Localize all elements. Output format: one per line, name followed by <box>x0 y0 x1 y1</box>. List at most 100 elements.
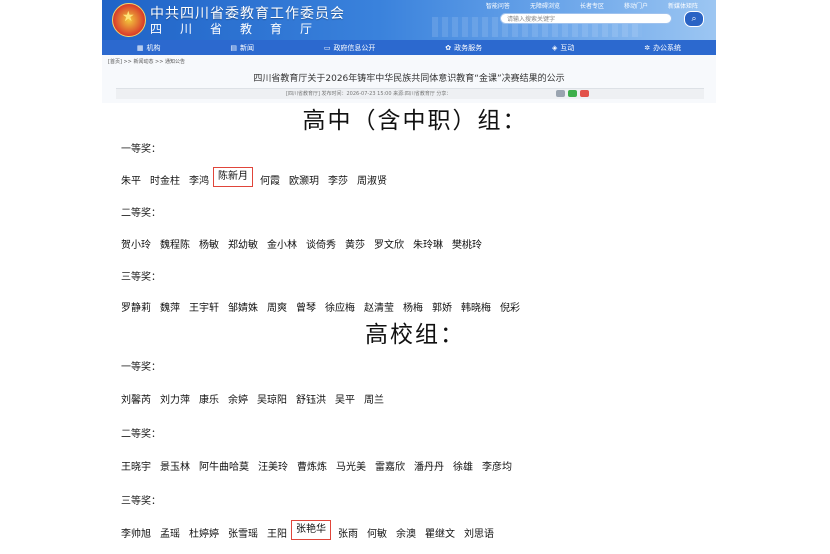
winner-name: 朱玲琳 <box>413 240 443 251</box>
name-list: 朱平 时金柱 李鸿 陈新月 何霞 欧灏玥 李莎 周淑贤 <box>121 167 396 187</box>
nav-item-service[interactable]: ✿ 政务服务 <box>445 43 482 53</box>
award-level: 一等奖： <box>121 362 161 373</box>
nav-item-info[interactable]: ▭ 政府信息公开 <box>324 43 376 53</box>
winner-name: 倪彩 <box>500 303 520 314</box>
highlighted-name: 陈新月 <box>213 167 253 187</box>
gear-icon: ✲ <box>644 43 651 52</box>
name-list: 王晓宇 景玉林 阿牛曲哈莫 汪美玲 曹炼炼 马光美 雷嘉欣 潘丹丹 徐雄 李彦均 <box>121 458 521 473</box>
winner-name: 谈倚秀 <box>306 240 336 251</box>
winner-name: 孟瑶 <box>160 529 180 540</box>
winner-name: 吴平 <box>335 395 355 406</box>
winner-name: 景玉林 <box>160 462 190 473</box>
winner-name: 杨敏 <box>199 240 219 251</box>
winner-name: 吴琼阳 <box>257 395 287 406</box>
share-qzone-icon[interactable] <box>580 90 589 97</box>
winner-name: 余婷 <box>228 395 248 406</box>
winner-name: 李帅旭 <box>121 529 151 540</box>
winner-name: 舒钰洪 <box>296 395 326 406</box>
winner-name: 赵清莹 <box>364 303 394 314</box>
winner-name: 杜婷婷 <box>189 529 219 540</box>
winner-name: 余澳 <box>396 529 416 540</box>
winner-name: 罗静莉 <box>121 303 151 314</box>
winner-name: 贺小玲 <box>121 240 151 251</box>
award-level: 一等奖： <box>121 144 161 155</box>
name-list: 罗静莉 魏萍 王宇轩 邹婧姝 周爽 曾琴 徐应梅 赵清莹 杨梅 郭娇 韩晓梅 倪彩 <box>121 299 529 314</box>
winner-name: 魏程陈 <box>160 240 190 251</box>
winner-name: 刘思语 <box>464 529 494 540</box>
winner-name: 马光美 <box>336 462 366 473</box>
winner-name: 杨梅 <box>403 303 423 314</box>
winner-name: 王宇轩 <box>189 303 219 314</box>
winner-name: 邹婧姝 <box>228 303 258 314</box>
highlighted-name: 张艳华 <box>291 520 331 540</box>
chat-icon: ◈ <box>551 43 558 52</box>
share-buttons <box>556 90 589 97</box>
winner-name: 罗文欣 <box>374 240 404 251</box>
winner-name: 李彦均 <box>482 462 512 473</box>
award-level: 三等奖： <box>121 272 161 283</box>
winner-name: 潘丹丹 <box>414 462 444 473</box>
main-nav: ▦ 机构 ▤ 新闻 ▭ 政府信息公开 ✿ 政务服务 ◈ 互动 ✲ 办公系统 <box>102 40 716 55</box>
top-links: 智能问答 无障碍浏览 长者专区 移动门户 新媒体矩阵 <box>486 1 698 10</box>
name-list: 刘馨芮 刘力萍 康乐 余婷 吴琼阳 舒钰洪 吴平 周兰 <box>121 391 393 406</box>
top-link[interactable]: 移动门户 <box>624 1 648 10</box>
top-link[interactable]: 智能问答 <box>486 1 510 10</box>
winner-name: 刘力萍 <box>160 395 190 406</box>
winner-name: 周兰 <box>364 395 384 406</box>
name-list: 贺小玲 魏程陈 杨敏 郑幼敏 金小林 谈倚秀 黄莎 罗文欣 朱玲琳 樊桃玲 <box>121 236 491 251</box>
winner-name: 汪美玲 <box>258 462 288 473</box>
section-title-highschool: 高中（含中职）组： <box>302 108 528 134</box>
nav-item-org[interactable]: ▦ 机构 <box>137 43 161 53</box>
winner-name: 瞿继文 <box>425 529 455 540</box>
winner-name: 雷嘉欣 <box>375 462 405 473</box>
winner-name: 韩晓梅 <box>461 303 491 314</box>
award-level: 二等奖： <box>121 429 161 440</box>
search-icon[interactable]: ⌕ <box>684 11 704 27</box>
site-banner: 中共四川省委教育工作委员会 四川省教育厅 智能问答 无障碍浏览 长者专区 移动门… <box>102 0 716 40</box>
meta-bar: [四川省教育厅] 发布时间：2026-07-23 15:00 来源:四川省教育厅… <box>116 88 704 99</box>
winner-name: 李莎 <box>328 176 348 187</box>
nav-item-interact[interactable]: ◈ 互动 <box>552 43 574 53</box>
award-level: 三等奖： <box>121 496 161 507</box>
winner-name: 郭娇 <box>432 303 452 314</box>
winner-name: 曾琴 <box>296 303 316 314</box>
winner-name: 张雪瑶 <box>228 529 258 540</box>
top-link[interactable]: 新媒体矩阵 <box>668 1 698 10</box>
winner-name: 王晓宇 <box>121 462 151 473</box>
winner-name: 时金柱 <box>150 176 180 187</box>
winner-name: 张雨 <box>338 529 358 540</box>
winner-name: 黄莎 <box>345 240 365 251</box>
share-weibo-icon[interactable] <box>556 90 565 97</box>
winner-name: 樊桃玲 <box>452 240 482 251</box>
party-emblem-icon <box>112 3 146 37</box>
article-title: 四川省教育厅关于2026年铸牢中华民族共同体意识教育“金课”决赛结果的公示 <box>253 74 565 84</box>
browser-header-capture: 中共四川省委教育工作委员会 四川省教育厅 智能问答 无障碍浏览 长者专区 移动门… <box>102 0 716 103</box>
search-input[interactable]: 请输入搜索关键字 <box>500 13 672 24</box>
winner-name: 欧灏玥 <box>289 176 319 187</box>
winner-name: 康乐 <box>199 395 219 406</box>
breadcrumb[interactable]: [首页] >> 新闻动态 >> 通知公告 <box>108 58 185 65</box>
top-link[interactable]: 长者专区 <box>580 1 604 10</box>
winner-name: 金小林 <box>267 240 297 251</box>
winner-name: 刘馨芮 <box>121 395 151 406</box>
share-wechat-icon[interactable] <box>568 90 577 97</box>
nav-item-office[interactable]: ✲ 办公系统 <box>644 43 681 53</box>
winner-name: 王阳 <box>267 529 287 540</box>
winner-name: 李鸿 <box>189 176 209 187</box>
name-list: 李帅旭 孟瑶 杜婷婷 张雪瑶 王阳 张艳华 张雨 何敏 余澳 瞿继文 刘思语 <box>121 520 503 540</box>
winner-name: 何霞 <box>260 176 280 187</box>
building-icon: ▦ <box>136 43 144 52</box>
service-icon: ✿ <box>445 43 452 52</box>
winner-name: 郑幼敏 <box>228 240 258 251</box>
winner-name: 周淑贤 <box>357 176 387 187</box>
top-link[interactable]: 无障碍浏览 <box>530 1 560 10</box>
winner-name: 周爽 <box>267 303 287 314</box>
winner-name: 曹炼炼 <box>297 462 327 473</box>
folder-icon: ▭ <box>323 43 331 52</box>
winner-name: 魏萍 <box>160 303 180 314</box>
org-subtitle: 四川省教育厅 <box>150 22 331 36</box>
award-level: 二等奖： <box>121 208 161 219</box>
winner-name: 徐应梅 <box>325 303 355 314</box>
winner-name: 徐雄 <box>453 462 473 473</box>
nav-item-news[interactable]: ▤ 新闻 <box>230 43 254 53</box>
